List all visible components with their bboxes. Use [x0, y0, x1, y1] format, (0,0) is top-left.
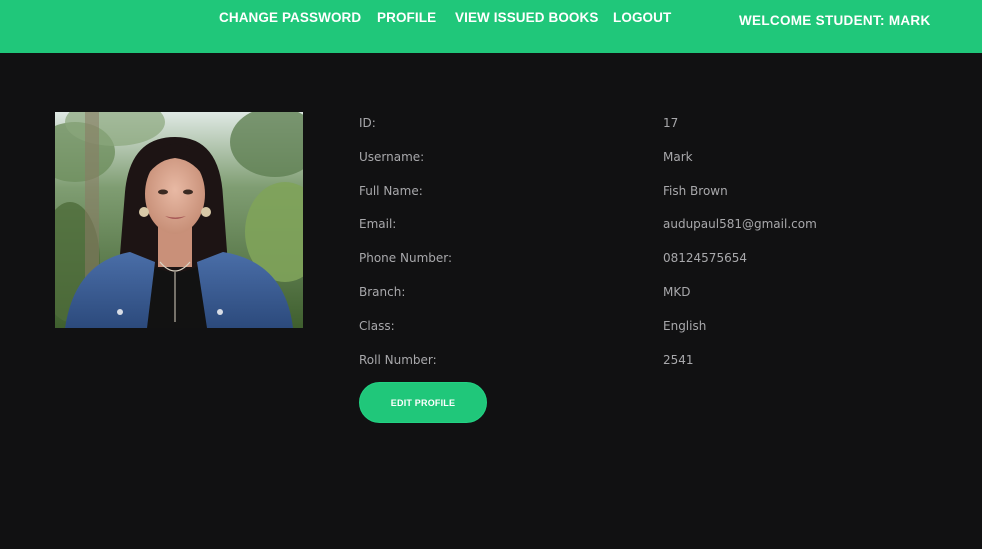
label-username: Username: [359, 150, 425, 164]
profile-photo [55, 112, 303, 328]
top-navbar: CHANGE PASSWORD PROFILE VIEW ISSUED BOOK… [0, 0, 982, 53]
value-email: audupaul581@gmail.com [663, 217, 817, 231]
label-branch: Branch: [359, 285, 406, 299]
value-id: 17 [663, 116, 679, 130]
nav-view-issued-books[interactable]: VIEW ISSUED BOOKS [455, 10, 598, 25]
welcome-message: WELCOME STUDENT: MARK [739, 13, 931, 28]
nav-logout[interactable]: LOGOUT [613, 10, 671, 25]
label-class: Class: [359, 319, 395, 333]
value-phone-number: 08124575654 [663, 251, 747, 265]
value-username: Mark [663, 150, 693, 164]
label-id: ID: [359, 116, 376, 130]
value-class: English [663, 319, 707, 333]
label-email: Email: [359, 217, 397, 231]
label-roll-number: Roll Number: [359, 353, 437, 367]
value-full-name: Fish Brown [663, 184, 728, 198]
label-phone-number: Phone Number: [359, 251, 453, 265]
value-branch: MKD [663, 285, 691, 299]
nav-change-password[interactable]: CHANGE PASSWORD [219, 10, 361, 25]
edit-profile-button[interactable]: EDIT PROFILE [359, 382, 487, 423]
nav-profile[interactable]: PROFILE [377, 10, 436, 25]
label-full-name: Full Name: [359, 184, 423, 198]
value-roll-number: 2541 [663, 353, 694, 367]
